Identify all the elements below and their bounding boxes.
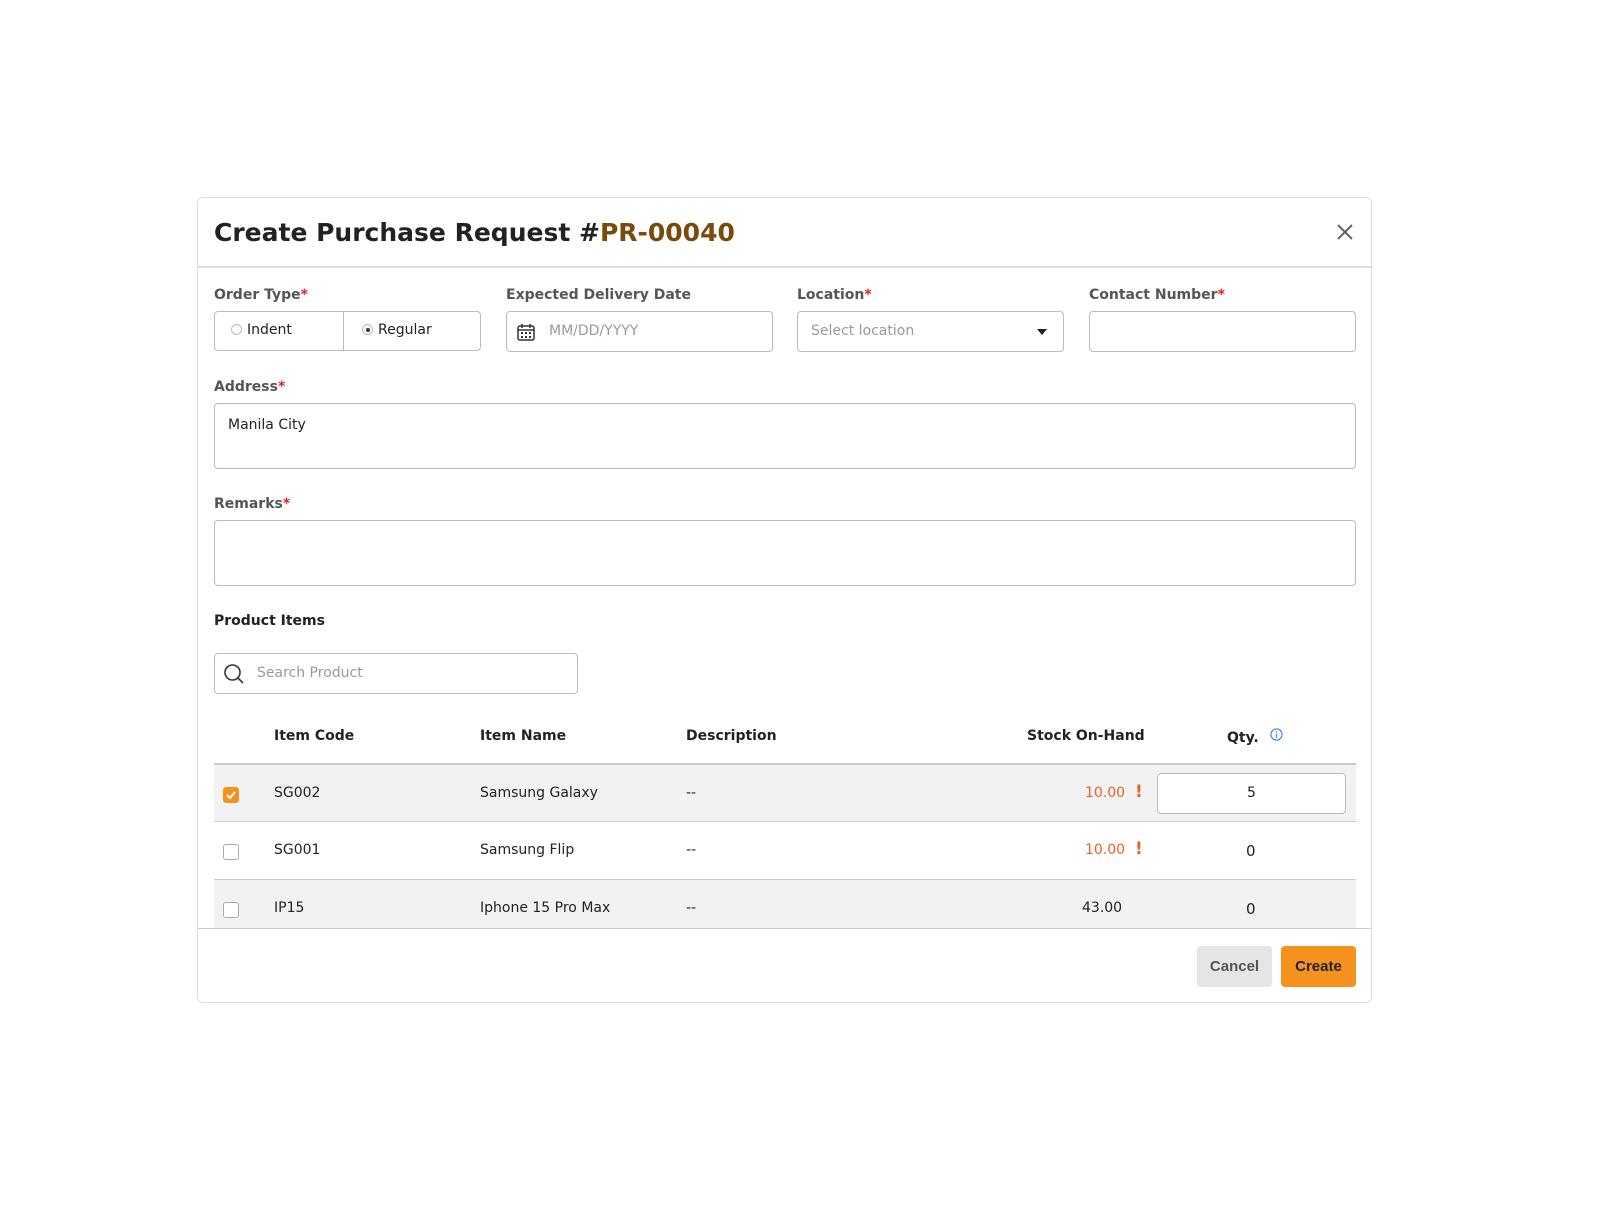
row-checkbox[interactable] [223, 844, 239, 860]
delivery-date-input[interactable]: MM/DD/YYYY [506, 311, 773, 352]
address-input[interactable]: Manila City [214, 403, 1356, 469]
low-stock-icon: ! [1135, 782, 1143, 802]
remarks-label: Remarks* [214, 496, 291, 512]
create-button[interactable]: Create [1281, 946, 1356, 987]
search-icon [224, 664, 244, 684]
location-label: Location* [797, 287, 872, 303]
radio-regular[interactable] [362, 324, 373, 335]
calendar-icon[interactable] [516, 322, 536, 342]
create-purchase-request-dialog: Create Purchase Request #PR-00040 Order … [197, 197, 1372, 1003]
cancel-button[interactable]: Cancel [1197, 946, 1272, 987]
row-checkbox[interactable] [223, 787, 239, 803]
address-label: Address* [214, 379, 286, 395]
table-row[interactable]: SG002 Samsung Galaxy -- 10.00 ! 5 [214, 763, 1356, 821]
remarks-input[interactable] [214, 520, 1356, 586]
column-stock-on-hand: Stock On-Hand [1027, 728, 1145, 744]
radio-indent[interactable] [231, 324, 242, 335]
row-checkbox[interactable] [223, 902, 239, 918]
column-item-code: Item Code [274, 728, 355, 744]
delivery-date-label: Expected Delivery Date [506, 287, 691, 303]
contact-number-input[interactable] [1089, 311, 1356, 352]
dialog-title: Create Purchase Request #PR-00040 [214, 218, 735, 247]
order-type-regular[interactable]: Regular [344, 312, 480, 350]
column-description: Description [686, 728, 777, 744]
info-icon[interactable] [1270, 728, 1283, 741]
order-type-toggle: Indent Regular [214, 311, 481, 351]
qty-input[interactable]: 5 [1157, 773, 1346, 814]
order-type-label: Order Type* [214, 287, 308, 303]
request-number: PR-00040 [599, 218, 735, 247]
check-icon [226, 791, 236, 800]
column-item-name: Item Name [480, 728, 567, 744]
qty-value[interactable]: 0 [1246, 900, 1256, 918]
table-row[interactable]: SG001 Samsung Flip -- 10.00 ! 0 [214, 821, 1356, 879]
close-icon[interactable] [1333, 220, 1357, 244]
dialog-footer: Cancel Create [198, 928, 1371, 1003]
search-product-input[interactable]: Search Product [214, 653, 578, 694]
table-row[interactable]: IP15 Iphone 15 Pro Max -- 43.00 0 [214, 879, 1356, 929]
column-qty: Qty. [1227, 728, 1283, 746]
contact-number-label: Contact Number* [1089, 287, 1225, 303]
low-stock-icon: ! [1135, 839, 1143, 859]
order-type-indent[interactable]: Indent [215, 312, 344, 350]
dialog-header: Create Purchase Request #PR-00040 [198, 198, 1371, 268]
location-select[interactable]: Select location [797, 311, 1064, 352]
qty-value[interactable]: 0 [1246, 842, 1256, 860]
product-items-title: Product Items [214, 613, 325, 629]
chevron-down-icon [1037, 329, 1047, 335]
